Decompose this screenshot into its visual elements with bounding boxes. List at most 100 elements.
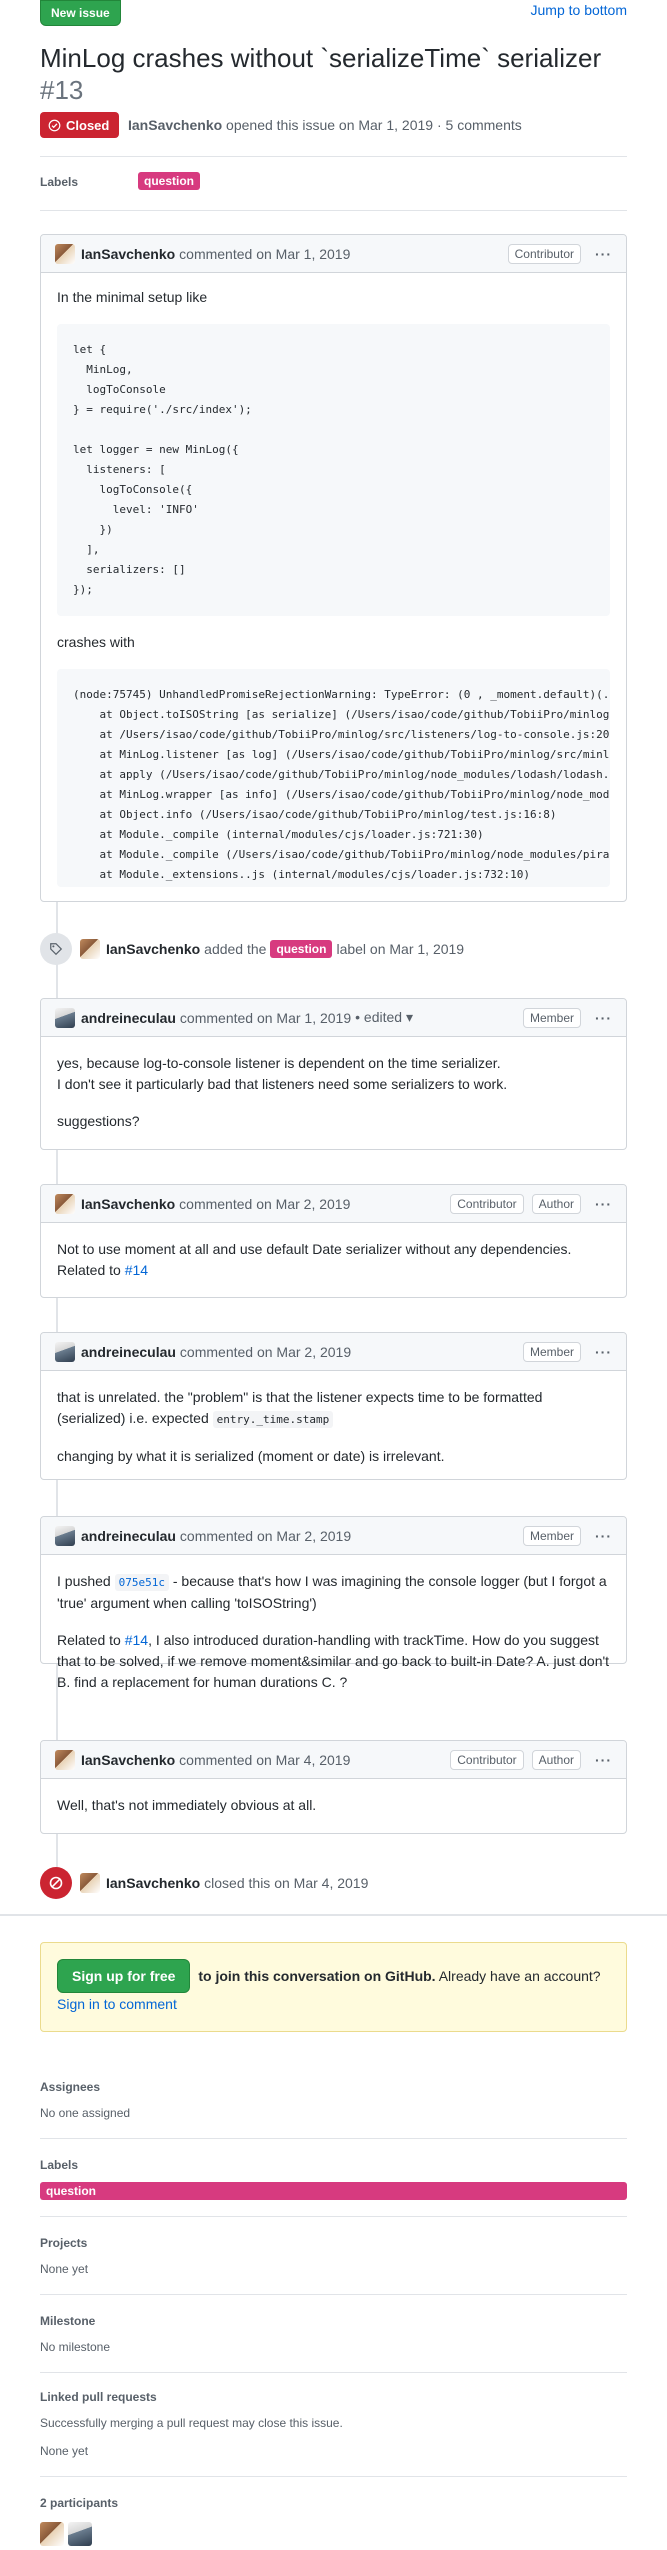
role-badge: Member [522, 1525, 581, 1546]
role-badge: Author [531, 1193, 581, 1214]
comment-date[interactable]: commented on Mar 1, 2019 [179, 246, 350, 262]
event-author[interactable]: IanSavchenko [106, 1875, 200, 1891]
issue-closed-icon [48, 119, 61, 131]
divider [40, 2216, 627, 2217]
issue-meta-text: opened this issue on Mar 1, 2019 · 5 com… [226, 117, 522, 133]
avatar[interactable] [80, 1873, 100, 1893]
issue-meta: IanSavchenko opened this issue on Mar 1,… [128, 117, 522, 133]
comment-text: Related to #14, I also introduced durati… [57, 1632, 610, 1690]
comment-text: I pushed 075e51c - because that's how I … [57, 1573, 607, 1611]
comment-text: I don't see it particularly bad that lis… [57, 1076, 508, 1092]
kebab-icon[interactable]: ··· [595, 1344, 612, 1360]
linked-prs-heading[interactable]: Linked pull requests [40, 2390, 157, 2404]
comment-date[interactable]: commented on Mar 2, 2019 [180, 1344, 351, 1360]
assignees-value: No one assigned [40, 2106, 131, 2120]
participants-heading: 2 participants [40, 2496, 119, 2510]
status-text: Closed [66, 117, 110, 133]
avatar[interactable] [55, 1341, 75, 1362]
comment: IanSavchenko commented on Mar 4, 2019 Co… [40, 1740, 627, 1834]
comment-text: In the minimal setup like [57, 289, 208, 305]
role-badge: Contributor [507, 243, 581, 264]
comment-header: andreineculau commented on Mar 1, 2019 •… [41, 999, 626, 1037]
issue-number: #13 [40, 75, 84, 105]
label-question[interactable]: question [138, 172, 200, 190]
issue-author-link[interactable]: IanSavchenko [128, 117, 222, 133]
timeline-event-labeled: IanSavchenko added the question label on… [40, 933, 465, 965]
avatar[interactable] [55, 243, 75, 264]
assignees-heading[interactable]: Assignees [40, 2080, 100, 2094]
event-text: label on Mar 1, 2019 [336, 941, 465, 957]
role-badge: Author [531, 1749, 581, 1770]
milestone-value: No milestone [40, 2340, 111, 2354]
divider [40, 210, 627, 211]
comment-date[interactable]: commented on Mar 2, 2019 [179, 1196, 350, 1212]
comment-header: IanSavchenko commented on Mar 1, 2019 Co… [41, 235, 626, 273]
comment-text: suggestions? [57, 1113, 140, 1129]
comment-text: Well, that's not immediately obvious at … [57, 1797, 317, 1813]
label-question[interactable]: question [270, 940, 333, 958]
comment: IanSavchenko commented on Mar 1, 2019 Co… [40, 234, 627, 902]
comment-text: crashes with [57, 634, 135, 650]
labels-heading[interactable]: Labels [40, 2158, 78, 2172]
milestone-heading[interactable]: Milestone [40, 2314, 95, 2328]
comment-author[interactable]: IanSavchenko [81, 246, 175, 262]
comment-author[interactable]: andreineculau [81, 1528, 176, 1544]
comment-header: andreineculau commented on Mar 2, 2019 M… [41, 1517, 626, 1555]
divider [40, 156, 627, 157]
event-text: closed this on Mar 4, 2019 [204, 1875, 369, 1891]
circle-slash-icon [40, 1867, 72, 1899]
participant-avatar[interactable] [40, 2522, 64, 2546]
event-author[interactable]: IanSavchenko [106, 941, 200, 957]
comment: andreineculau commented on Mar 2, 2019 M… [40, 1516, 627, 1690]
labels-heading: Labels [40, 175, 79, 189]
role-badge: Contributor [450, 1193, 524, 1214]
signup-button[interactable]: Sign up for free [57, 1959, 191, 1993]
code-block: let { MinLog, logToConsole } = require('… [57, 324, 610, 616]
code-block: (node:75745) UnhandledPromiseRejectionWa… [57, 669, 610, 887]
kebab-icon[interactable]: ··· [595, 1528, 612, 1544]
role-badge: Contributor [450, 1749, 524, 1770]
avatar[interactable] [55, 1007, 75, 1028]
commit-link[interactable]: 075e51c [114, 1573, 169, 1591]
avatar[interactable] [80, 939, 100, 959]
new-issue-button[interactable]: New issue [40, 0, 121, 26]
kebab-icon[interactable]: ··· [595, 1752, 612, 1768]
comment-author[interactable]: IanSavchenko [81, 1196, 175, 1212]
avatar[interactable] [55, 1525, 75, 1546]
comment-author[interactable]: IanSavchenko [81, 1752, 175, 1768]
kebab-icon[interactable]: ··· [595, 1196, 612, 1212]
signup-text: Already have an account? [438, 1968, 601, 1984]
jump-to-bottom-link[interactable]: Jump to bottom [531, 2, 628, 18]
comment-date[interactable]: commented on Mar 2, 2019 [180, 1528, 351, 1544]
signin-link[interactable]: Sign in to comment [57, 1996, 177, 2012]
participant-avatar[interactable] [68, 2522, 92, 2546]
comment-text: Not to use moment at all and use default… [57, 1241, 572, 1278]
comment-date[interactable]: commented on Mar 1, 2019 [180, 1010, 351, 1026]
divider [0, 1914, 667, 1916]
avatar[interactable] [55, 1193, 75, 1214]
avatar[interactable] [55, 1749, 75, 1770]
signup-prompt: Sign up for free to join this conversati… [40, 1942, 627, 2032]
issue-link[interactable]: #14 [125, 1262, 148, 1278]
edited-dropdown[interactable]: • edited ▾ [355, 1009, 413, 1026]
comment-text: yes, because log-to-console listener is … [57, 1055, 501, 1071]
kebab-icon[interactable]: ··· [595, 1010, 612, 1026]
comment-author[interactable]: andreineculau [81, 1010, 176, 1026]
label-question[interactable]: question [40, 2182, 627, 2200]
comment-header: IanSavchenko commented on Mar 4, 2019 Co… [41, 1741, 626, 1779]
comment-header: IanSavchenko commented on Mar 2, 2019 Co… [41, 1185, 626, 1223]
comment-date[interactable]: commented on Mar 4, 2019 [179, 1752, 350, 1768]
comment-text: that is unrelated. the "problem" is that… [57, 1389, 543, 1428]
kebab-icon[interactable]: ··· [595, 246, 612, 262]
comment: IanSavchenko commented on Mar 2, 2019 Co… [40, 1184, 627, 1298]
projects-heading[interactable]: Projects [40, 2236, 87, 2250]
divider [40, 2476, 627, 2477]
comment-author[interactable]: andreineculau [81, 1344, 176, 1360]
role-badge: Member [522, 1341, 581, 1362]
tag-icon [40, 933, 72, 965]
divider [40, 2372, 627, 2373]
divider [40, 2294, 627, 2295]
status-badge: Closed [40, 112, 120, 138]
issue-link[interactable]: #14 [125, 1632, 148, 1648]
signup-bold-text: to join this conversation on GitHub. [198, 1968, 436, 1984]
